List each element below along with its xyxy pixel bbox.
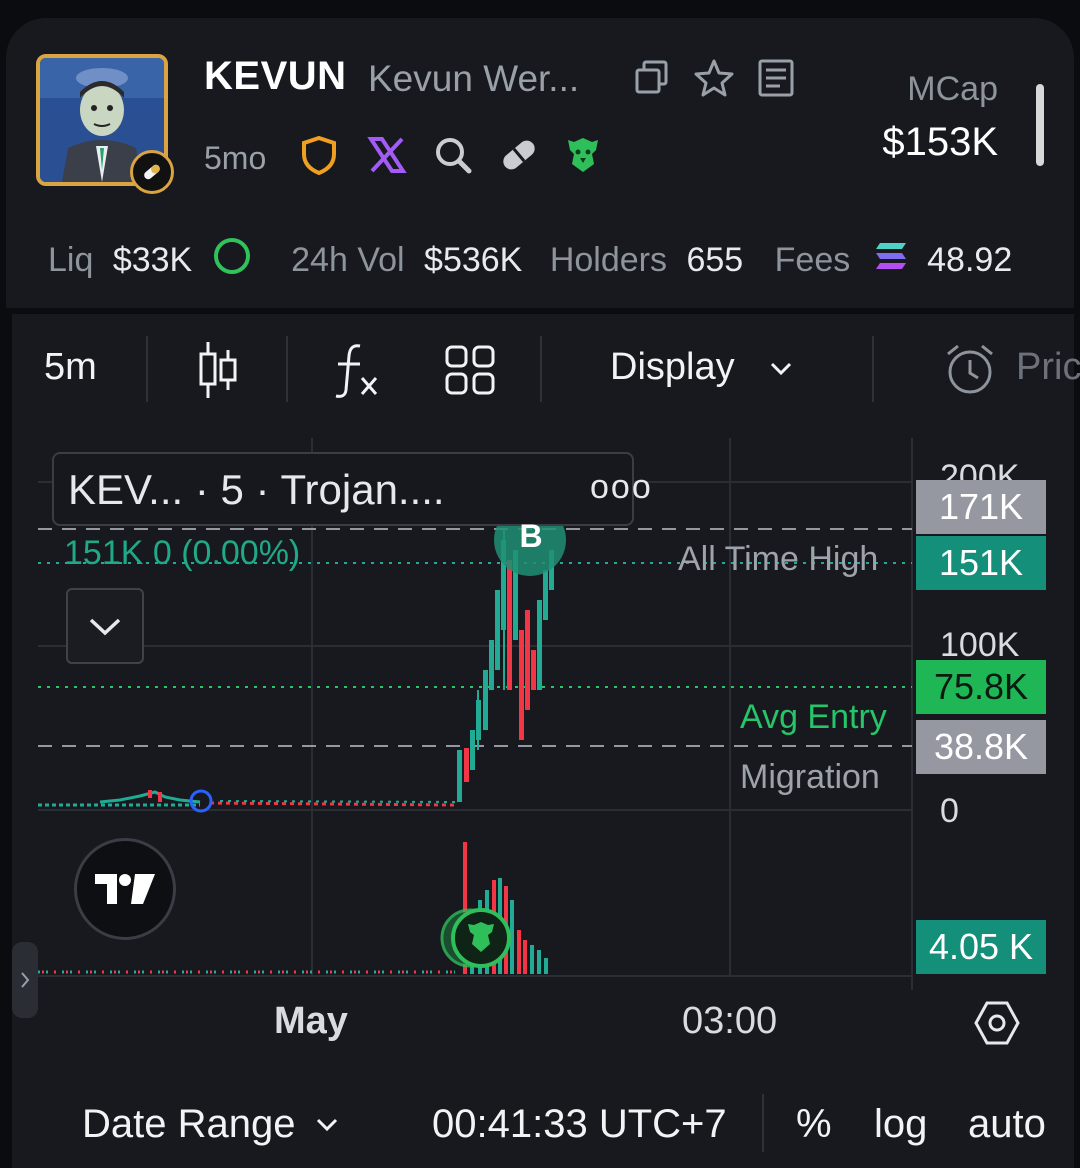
- shield-icon[interactable]: [298, 134, 340, 176]
- mcap-label: MCap: [907, 70, 998, 108]
- clock-timezone[interactable]: 00:41:33 UTC+7: [432, 1102, 727, 1147]
- toolbar-divider: [540, 336, 542, 402]
- chevron-down-icon[interactable]: [314, 1114, 340, 1134]
- liquidity-status-icon: [212, 236, 252, 285]
- volume-label: 24h Vol: [291, 241, 405, 279]
- display-menu-button[interactable]: Display: [610, 346, 735, 389]
- liq-value: $33K: [112, 241, 193, 279]
- price-tag-171k: 171K: [916, 480, 1046, 534]
- token-stats-row: Liq $33K 24h Vol $536K Holders 655 Fees …: [48, 236, 1012, 285]
- fees-value: 48.92: [927, 241, 1013, 279]
- volume-value: $536K: [424, 241, 523, 279]
- collapse-legend-button[interactable]: [66, 588, 144, 664]
- ath-label: All Time High: [678, 540, 879, 578]
- indicators-icon[interactable]: [332, 340, 382, 400]
- auto-scale-button[interactable]: auto: [968, 1102, 1046, 1147]
- price-tag-migration: 38.8K: [916, 720, 1046, 774]
- mcap-value: $153K: [882, 120, 998, 164]
- chevron-down-icon[interactable]: [768, 358, 794, 378]
- price-tag-avg-entry: 75.8K: [916, 660, 1046, 714]
- percent-scale-button[interactable]: %: [796, 1102, 832, 1147]
- holders-value: 655: [686, 241, 744, 279]
- liq-label: Liq: [48, 241, 94, 279]
- search-icon[interactable]: [432, 134, 474, 176]
- volume-tag: 4.05 K: [916, 920, 1046, 974]
- candle-type-icon[interactable]: [196, 340, 240, 400]
- buy-marker-label: B: [519, 518, 543, 554]
- chart-legend[interactable]: KEV... · 5 · Trojan.... ooo: [52, 452, 651, 526]
- fees-label: Fees: [774, 241, 851, 279]
- copy-icon[interactable]: [632, 58, 672, 98]
- toolbar-divider: [872, 336, 874, 402]
- solana-icon: [874, 241, 908, 280]
- notes-icon[interactable]: [756, 58, 796, 98]
- x-social-icon[interactable]: [366, 134, 408, 176]
- avg-entry-label: Avg Entry: [740, 698, 887, 736]
- alarm-clock-icon[interactable]: [944, 342, 996, 396]
- footer-divider: [762, 1094, 764, 1152]
- pill-badge-icon: [130, 150, 174, 194]
- time-label-0300: 03:00: [682, 1000, 778, 1042]
- holders-label: Holders: [549, 241, 667, 279]
- chevron-right-icon: [21, 972, 30, 988]
- log-scale-button[interactable]: log: [874, 1102, 927, 1147]
- token-age: 5mo: [204, 140, 267, 176]
- eagle-trade-marker-icon[interactable]: [440, 908, 511, 968]
- price-tag-151k: 151K: [916, 536, 1046, 590]
- layout-grid-icon[interactable]: [444, 344, 496, 396]
- header-scrollbar[interactable]: [1036, 84, 1044, 166]
- more-options-icon[interactable]: ooo: [590, 468, 653, 507]
- chart-settings-icon[interactable]: [972, 998, 1022, 1048]
- eagle-icon[interactable]: [562, 134, 604, 176]
- star-icon[interactable]: [694, 58, 734, 98]
- toolbar-divider: [146, 336, 148, 402]
- pill-icon[interactable]: [498, 134, 540, 176]
- token-name: Kevun Wer...: [368, 58, 580, 99]
- interval-button[interactable]: 5m: [44, 346, 97, 389]
- migration-label: Migration: [740, 758, 880, 796]
- axis-label-0: 0: [940, 792, 959, 830]
- side-panel-toggle[interactable]: [12, 942, 38, 1018]
- early-candles: [38, 790, 456, 807]
- price-alert-label[interactable]: Pric: [1016, 346, 1080, 389]
- ohlc-values: 151K 0 (0.00%): [64, 534, 301, 572]
- chevron-down-icon: [89, 618, 121, 636]
- time-label-may: May: [274, 1000, 348, 1042]
- token-ticker: KEVUN: [204, 54, 347, 98]
- legend-symbol: KEV... · 5 · Trojan....: [68, 466, 445, 513]
- tradingview-logo[interactable]: [74, 838, 176, 940]
- date-range-button[interactable]: Date Range: [82, 1102, 295, 1147]
- toolbar-divider: [286, 336, 288, 402]
